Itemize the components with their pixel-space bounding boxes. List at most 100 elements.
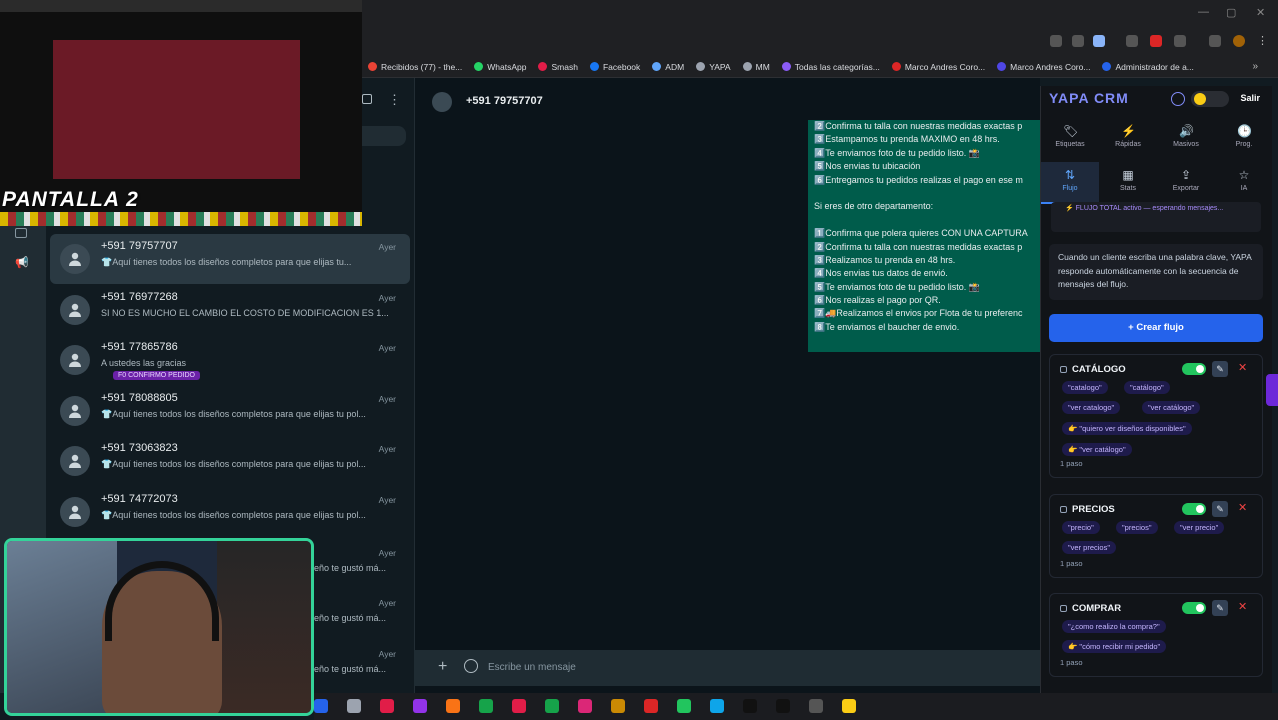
tab-rpidas[interactable]: ⚡ Rápidas xyxy=(1099,118,1157,160)
video-frame xyxy=(53,40,300,179)
bookmark[interactable]: Marco Andres Coro... xyxy=(997,62,1090,72)
tab-stats[interactable]: ▦ Stats xyxy=(1099,162,1157,204)
new-chat-icon[interactable] xyxy=(362,94,372,104)
panel-collapse-tab[interactable] xyxy=(1266,374,1278,406)
bookmark[interactable]: YAPA xyxy=(696,62,731,72)
bookmark[interactable]: Marco Andres Coro... xyxy=(891,62,985,72)
archive-icon[interactable] xyxy=(15,228,27,238)
taskbar-app-icon[interactable] xyxy=(743,699,757,713)
taskbar-app-icon[interactable] xyxy=(710,699,724,713)
taskbar-app-icon[interactable] xyxy=(380,699,394,713)
crm-panel: YAPA CRM Salir 🏷 Etiquetas ⚡ Rápidas 🔊 M… xyxy=(1040,86,1272,693)
chat-item[interactable]: +591 74772073 Ayer 👕Aquí tienes todos lo… xyxy=(50,487,410,537)
taskbar-app-icon[interactable] xyxy=(776,699,790,713)
puzzle-icon[interactable] xyxy=(1174,35,1186,47)
chat-item[interactable]: +591 79757707 Ayer 👕Aquí tienes todos lo… xyxy=(50,234,410,284)
chat-item[interactable]: +591 77865786 Ayer A ustedes las gracias… xyxy=(50,335,410,385)
create-flow-button[interactable]: + Crear flujo xyxy=(1049,314,1263,342)
megaphone-icon[interactable]: 📢 xyxy=(15,256,29,269)
person-icon xyxy=(69,353,81,367)
taskbar-app-icon[interactable] xyxy=(512,699,526,713)
bookmark[interactable]: WhatsApp xyxy=(474,62,526,72)
chat-time: Ayer xyxy=(378,649,396,659)
taskbar-app-icon[interactable] xyxy=(611,699,625,713)
edit-icon[interactable]: ✎ xyxy=(1212,501,1228,517)
taskbar-app-icon[interactable] xyxy=(644,699,658,713)
cast-icon[interactable] xyxy=(1050,35,1062,47)
contact-name[interactable]: +591 79757707 xyxy=(466,95,543,107)
keyword-chip: "ver catalogo" xyxy=(1062,401,1121,414)
maximize-icon[interactable]: ▢ xyxy=(1226,6,1236,19)
message-bubble: 2️⃣Confirma tu talla con nuestras medida… xyxy=(808,120,1040,352)
tab-flujo[interactable]: ⇅ Flujo xyxy=(1041,162,1099,204)
bookmark[interactable]: ADM xyxy=(652,62,684,72)
bookmark[interactable]: Facebook xyxy=(589,62,640,72)
taskbar-app-icon[interactable] xyxy=(545,699,559,713)
taskbar-app-icon[interactable] xyxy=(809,699,823,713)
bookmark[interactable]: Recibidos (77) - the... xyxy=(368,62,462,72)
exit-button[interactable]: Salir xyxy=(1240,93,1260,103)
avatar xyxy=(60,295,90,325)
avatar[interactable] xyxy=(432,92,452,112)
chat-item[interactable]: +591 78088805 Ayer 👕Aquí tienes todos lo… xyxy=(50,386,410,436)
extension-icon[interactable] xyxy=(1126,35,1138,47)
close-icon[interactable]: ✕ xyxy=(1256,6,1265,19)
edit-icon[interactable]: ✎ xyxy=(1212,600,1228,616)
composer: + Escribe un mensaje xyxy=(414,650,1040,686)
avatar[interactable] xyxy=(1233,35,1245,47)
key-icon[interactable] xyxy=(1072,35,1084,47)
chat-item[interactable]: +591 76977268 Ayer SI NO ES MUCHO EL CAM… xyxy=(50,285,410,335)
taskbar-app-icon[interactable] xyxy=(347,699,361,713)
chat-time: Ayer xyxy=(378,242,396,252)
bookmark[interactable]: Smash xyxy=(538,62,578,72)
taskbar-app-icon[interactable] xyxy=(677,699,691,713)
chat-name: +591 78088805 xyxy=(101,392,178,404)
keyword-chip: "¿como realizo la compra?" xyxy=(1062,620,1166,633)
chat-item[interactable]: +591 73063823 Ayer 👕Aquí tienes todos lo… xyxy=(50,436,410,486)
attach-icon[interactable]: + xyxy=(438,658,447,676)
tab-etiquetas[interactable]: 🏷 Etiquetas xyxy=(1041,118,1099,160)
theme-toggle[interactable] xyxy=(1191,91,1229,107)
message-line: 4️⃣Nos envias tus datos de envió. xyxy=(814,268,948,279)
crm-title: YAPA CRM xyxy=(1049,90,1129,106)
message-input[interactable]: Escribe un mensaje xyxy=(488,662,576,673)
taskbar-app-icon[interactable] xyxy=(413,699,427,713)
delete-icon[interactable]: ✕ xyxy=(1238,501,1247,514)
flow-toggle[interactable] xyxy=(1182,602,1206,614)
edit-icon[interactable]: ✎ xyxy=(1212,361,1228,377)
taskbar-app-icon[interactable] xyxy=(479,699,493,713)
extension-icon[interactable] xyxy=(1150,35,1162,47)
star-icon[interactable] xyxy=(1093,35,1105,47)
keyword-chip: 👉 "quiero ver diseños disponibles" xyxy=(1062,422,1192,435)
flow-toggle[interactable] xyxy=(1182,363,1206,375)
favicon-icon xyxy=(997,62,1007,71)
delete-icon[interactable]: ✕ xyxy=(1238,361,1247,374)
flow-toggle[interactable] xyxy=(1182,503,1206,515)
message-line: 2️⃣Confirma tu talla con nuestras medida… xyxy=(814,241,1023,252)
taskbar-app-icon[interactable] xyxy=(314,699,328,713)
delete-icon[interactable]: ✕ xyxy=(1238,600,1247,613)
tab-masivos[interactable]: 🔊 Masivos xyxy=(1157,118,1215,160)
tab-label: Rápidas xyxy=(1115,141,1141,148)
taskbar-app-icon[interactable] xyxy=(446,699,460,713)
tab-ia[interactable]: ☆ IA xyxy=(1215,162,1273,204)
search-input[interactable] xyxy=(362,126,406,146)
download-icon[interactable] xyxy=(1209,35,1221,47)
emoji-icon[interactable] xyxy=(464,659,478,673)
flow-name: PRECIOS xyxy=(1072,504,1115,515)
menu-icon[interactable]: ⋮ xyxy=(388,92,401,108)
flow-icon xyxy=(1060,366,1067,373)
tab-exportar[interactable]: ⇪ Exportar xyxy=(1157,162,1215,204)
taskbar-app-icon[interactable] xyxy=(578,699,592,713)
taskbar-app-icon[interactable] xyxy=(842,699,856,713)
bookmark[interactable]: Administrador de a... xyxy=(1102,62,1194,72)
bookmark[interactable]: MM xyxy=(742,62,770,72)
chat-time: Ayer xyxy=(378,394,396,404)
menu-icon[interactable]: ⋮ xyxy=(1257,35,1269,47)
tab-label: Prog. xyxy=(1235,141,1253,148)
bookmark[interactable]: Todas las categorías... xyxy=(781,62,880,72)
user-icon[interactable] xyxy=(1171,92,1185,106)
chevron-right-icon[interactable]: » xyxy=(1252,61,1258,72)
tab-prog[interactable]: 🕒 Prog. xyxy=(1215,118,1273,160)
minimize-icon[interactable]: — xyxy=(1198,6,1209,18)
